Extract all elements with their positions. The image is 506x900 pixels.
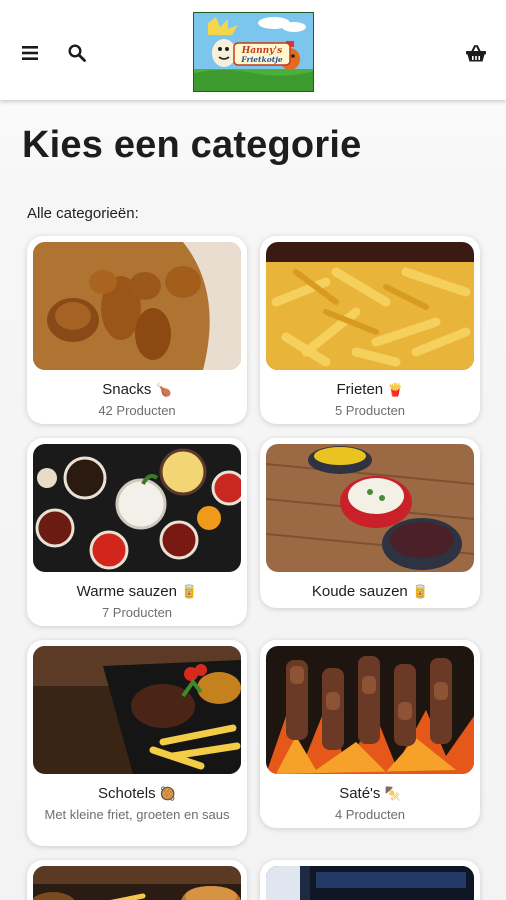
category-subtitle-snacks: 42 Producten [98, 403, 176, 418]
category-card-koude-sauzen[interactable]: Koude sauzen 🥫 [260, 438, 480, 608]
hamburger-menu-icon [22, 46, 38, 60]
category-name: Warme sauzen [76, 583, 177, 600]
skewer-emoji-icon: 🍢 [384, 787, 401, 802]
category-name: Koude sauzen [311, 583, 408, 600]
category-subtitle-warme-sauzen: 7 Producten [101, 605, 173, 620]
category-title-sates: Saté's 🍢 [260, 785, 480, 802]
category-image-sates [266, 646, 474, 774]
category-title-koude-sauzen: Koude sauzen 🥫 [260, 583, 480, 600]
category-title-snacks: Snacks 🍗 [27, 381, 247, 398]
category-name: Frieten [336, 381, 384, 398]
category-image-8 [266, 866, 474, 900]
shopping-basket-icon [466, 44, 486, 61]
page-title: Kies een categorie [22, 124, 362, 166]
svg-text:Frietkotje: Frietkotje [240, 55, 283, 64]
category-name: Saté's [339, 785, 381, 802]
category-image-7 [33, 866, 241, 900]
brand-logo[interactable]: Hanny's Frietkotje [193, 12, 314, 92]
category-subtitle-schotels: Met kleine friet, groeten en saus [44, 807, 230, 822]
dish-emoji-icon: 🥘 [159, 787, 176, 802]
category-card-7[interactable] [27, 860, 247, 900]
can-emoji-icon: 🥫 [411, 585, 429, 600]
category-card-8[interactable] [260, 860, 480, 900]
category-card-warme-sauzen[interactable]: Warme sauzen 🥫 7 Producten [27, 438, 247, 626]
category-subtitle-frieten: 5 Producten [334, 403, 406, 418]
category-title-schotels: Schotels 🥘 [27, 785, 247, 802]
drumstick-emoji-icon: 🍗 [155, 383, 172, 398]
category-card-sates[interactable]: Saté's 🍢 4 Producten [260, 640, 480, 828]
menu-button[interactable] [15, 38, 45, 68]
cart-button[interactable] [461, 38, 491, 68]
category-title-warme-sauzen: Warme sauzen 🥫 [27, 583, 247, 600]
category-image-frieten [266, 242, 474, 370]
category-card-snacks[interactable]: Snacks 🍗 42 Producten [27, 236, 247, 424]
fries-emoji-icon: 🍟 [387, 383, 404, 398]
category-subtitle-sates: 4 Producten [334, 807, 406, 822]
section-label: Alle categorieën: [27, 205, 139, 222]
category-image-snacks [33, 242, 241, 370]
can-emoji-icon: 🥫 [181, 585, 198, 600]
category-image-warme-sauzen [33, 444, 241, 572]
search-button[interactable] [62, 38, 92, 68]
category-title-frieten: Frieten 🍟 [260, 381, 480, 398]
search-icon [68, 44, 86, 62]
top-app-bar: Hanny's Frietkotje [0, 0, 506, 100]
category-card-frieten[interactable]: Frieten 🍟 5 Producten [260, 236, 480, 424]
category-image-schotels [33, 646, 241, 774]
category-card-schotels[interactable]: Schotels 🥘 Met kleine friet, groeten en … [27, 640, 247, 846]
category-image-koude-sauzen [266, 444, 474, 572]
category-name: Snacks [102, 381, 152, 398]
brand-logo-image: Hanny's Frietkotje [194, 13, 313, 91]
category-name: Schotels [98, 785, 156, 802]
